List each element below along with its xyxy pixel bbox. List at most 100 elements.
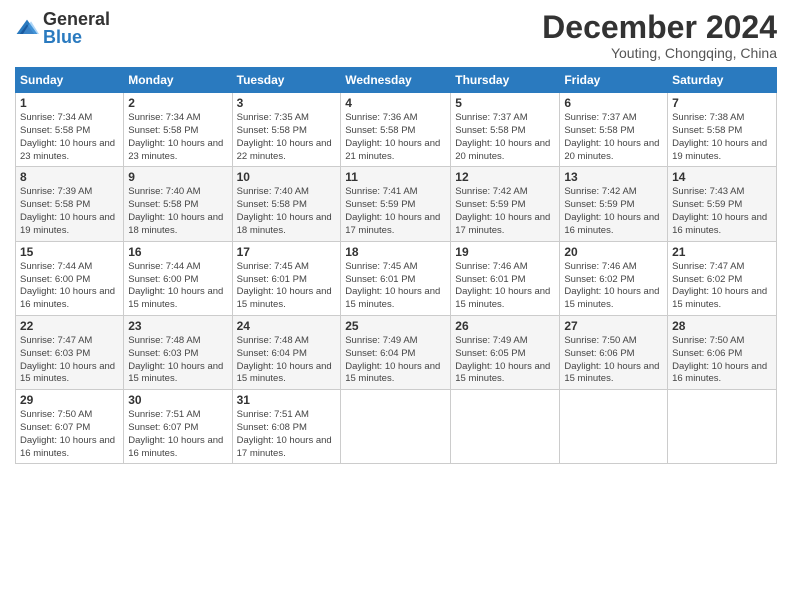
day-info: Sunrise: 7:45 AMSunset: 6:01 PMDaylight:… <box>237 261 337 312</box>
day-info: Sunrise: 7:42 AMSunset: 5:59 PMDaylight:… <box>564 186 663 237</box>
calendar-cell: 20 Sunrise: 7:46 AMSunset: 6:02 PMDayligh… <box>560 241 668 315</box>
day-number: 7 <box>672 96 772 110</box>
day-number: 28 <box>672 319 772 333</box>
day-info: Sunrise: 7:47 AMSunset: 6:03 PMDaylight:… <box>20 335 119 386</box>
day-info: Sunrise: 7:51 AMSunset: 6:08 PMDaylight:… <box>237 409 337 460</box>
day-number: 19 <box>455 245 555 259</box>
header-thursday: Thursday <box>451 68 560 93</box>
location: Youting, Chongqing, China <box>542 45 777 61</box>
logo-text: General Blue <box>43 10 110 46</box>
calendar-cell: 16 Sunrise: 7:44 AMSunset: 6:00 PMDayligh… <box>124 241 232 315</box>
day-info: Sunrise: 7:49 AMSunset: 6:04 PMDaylight:… <box>345 335 446 386</box>
logo-general: General <box>43 9 110 29</box>
calendar-cell: 13Sunrise: 7:42 AMSunset: 5:59 PMDayligh… <box>560 167 668 241</box>
day-number: 17 <box>237 245 337 259</box>
calendar-cell: 12Sunrise: 7:42 AMSunset: 5:59 PMDayligh… <box>451 167 560 241</box>
title-block: December 2024 Youting, Chongqing, China <box>542 10 777 61</box>
day-info: Sunrise: 7:37 AMSunset: 5:58 PMDaylight:… <box>564 112 663 163</box>
day-number: 15 <box>20 245 119 259</box>
calendar-cell: 5Sunrise: 7:37 AMSunset: 5:58 PMDaylight… <box>451 93 560 167</box>
calendar-cell: 26 Sunrise: 7:49 AMSunset: 6:05 PMDayligh… <box>451 315 560 389</box>
calendar-cell: 28 Sunrise: 7:50 AMSunset: 6:06 PMDayligh… <box>668 315 777 389</box>
day-info: Sunrise: 7:37 AMSunset: 5:58 PMDaylight:… <box>455 112 555 163</box>
day-info: Sunrise: 7:42 AMSunset: 5:59 PMDaylight:… <box>455 186 555 237</box>
calendar-cell: 7 Sunrise: 7:38 AMSunset: 5:58 PMDaylight… <box>668 93 777 167</box>
day-number: 9 <box>128 170 227 184</box>
day-info: Sunrise: 7:44 AMSunset: 6:00 PMDaylight:… <box>20 261 119 312</box>
header-wednesday: Wednesday <box>341 68 451 93</box>
calendar-cell: 15 Sunrise: 7:44 AMSunset: 6:00 PMDayligh… <box>16 241 124 315</box>
day-info: Sunrise: 7:44 AMSunset: 6:00 PMDaylight:… <box>128 261 227 312</box>
day-info: Sunrise: 7:50 AMSunset: 6:06 PMDaylight:… <box>672 335 772 386</box>
day-number: 27 <box>564 319 663 333</box>
logo-blue: Blue <box>43 27 82 47</box>
day-info: Sunrise: 7:35 AMSunset: 5:58 PMDaylight:… <box>237 112 337 163</box>
day-number: 16 <box>128 245 227 259</box>
day-info: Sunrise: 7:34 AMSunset: 5:58 PMDaylight:… <box>20 112 119 163</box>
day-number: 26 <box>455 319 555 333</box>
day-info: Sunrise: 7:46 AMSunset: 6:01 PMDaylight:… <box>455 261 555 312</box>
calendar-table: Sunday Monday Tuesday Wednesday Thursday… <box>15 67 777 464</box>
calendar-cell: 21Sunrise: 7:47 AMSunset: 6:02 PMDayligh… <box>668 241 777 315</box>
day-number: 8 <box>20 170 119 184</box>
day-number: 23 <box>128 319 227 333</box>
day-number: 24 <box>237 319 337 333</box>
day-info: Sunrise: 7:45 AMSunset: 6:01 PMDaylight:… <box>345 261 446 312</box>
day-info: Sunrise: 7:48 AMSunset: 6:04 PMDaylight:… <box>237 335 337 386</box>
day-info: Sunrise: 7:39 AMSunset: 5:58 PMDaylight:… <box>20 186 119 237</box>
calendar-cell: 18 Sunrise: 7:45 AMSunset: 6:01 PMDayligh… <box>341 241 451 315</box>
day-info: Sunrise: 7:36 AMSunset: 5:58 PMDaylight:… <box>345 112 446 163</box>
day-info: Sunrise: 7:34 AMSunset: 5:58 PMDaylight:… <box>128 112 227 163</box>
day-info: Sunrise: 7:48 AMSunset: 6:03 PMDaylight:… <box>128 335 227 386</box>
day-info: Sunrise: 7:40 AMSunset: 5:58 PMDaylight:… <box>128 186 227 237</box>
day-info: Sunrise: 7:49 AMSunset: 6:05 PMDaylight:… <box>455 335 555 386</box>
calendar-cell: 9 Sunrise: 7:40 AMSunset: 5:58 PMDaylight… <box>124 167 232 241</box>
calendar-cell: 30Sunrise: 7:51 AMSunset: 6:07 PMDayligh… <box>124 390 232 464</box>
calendar-cell: 23 Sunrise: 7:48 AMSunset: 6:03 PMDayligh… <box>124 315 232 389</box>
calendar-cell: 6 Sunrise: 7:37 AMSunset: 5:58 PMDaylight… <box>560 93 668 167</box>
day-info: Sunrise: 7:43 AMSunset: 5:59 PMDaylight:… <box>672 186 772 237</box>
day-info: Sunrise: 7:47 AMSunset: 6:02 PMDaylight:… <box>672 261 772 312</box>
calendar-cell: 17 Sunrise: 7:45 AMSunset: 6:01 PMDayligh… <box>232 241 341 315</box>
week-row-2: 8 Sunrise: 7:39 AMSunset: 5:58 PMDaylight… <box>16 167 777 241</box>
day-number: 20 <box>564 245 663 259</box>
day-number: 31 <box>237 393 337 407</box>
calendar-cell: 1Sunrise: 7:34 AMSunset: 5:58 PMDaylight… <box>16 93 124 167</box>
calendar-cell: 22Sunrise: 7:47 AMSunset: 6:03 PMDayligh… <box>16 315 124 389</box>
day-number: 4 <box>345 96 446 110</box>
page-container: General Blue December 2024 Youting, Chon… <box>0 0 792 474</box>
calendar-cell: 11Sunrise: 7:41 AMSunset: 5:59 PMDayligh… <box>341 167 451 241</box>
calendar-cell: 25Sunrise: 7:49 AMSunset: 6:04 PMDayligh… <box>341 315 451 389</box>
week-row-3: 15 Sunrise: 7:44 AMSunset: 6:00 PMDayligh… <box>16 241 777 315</box>
day-number: 18 <box>345 245 446 259</box>
day-number: 10 <box>237 170 337 184</box>
calendar-cell: 3Sunrise: 7:35 AMSunset: 5:58 PMDaylight… <box>232 93 341 167</box>
calendar-cell: 2Sunrise: 7:34 AMSunset: 5:58 PMDaylight… <box>124 93 232 167</box>
header: General Blue December 2024 Youting, Chon… <box>15 10 777 61</box>
calendar-cell: 27 Sunrise: 7:50 AMSunset: 6:06 PMDayligh… <box>560 315 668 389</box>
week-row-4: 22Sunrise: 7:47 AMSunset: 6:03 PMDayligh… <box>16 315 777 389</box>
calendar-cell <box>451 390 560 464</box>
day-info: Sunrise: 7:40 AMSunset: 5:58 PMDaylight:… <box>237 186 337 237</box>
day-number: 14 <box>672 170 772 184</box>
week-row-1: 1Sunrise: 7:34 AMSunset: 5:58 PMDaylight… <box>16 93 777 167</box>
week-row-5: 29Sunrise: 7:50 AMSunset: 6:07 PMDayligh… <box>16 390 777 464</box>
day-info: Sunrise: 7:46 AMSunset: 6:02 PMDaylight:… <box>564 261 663 312</box>
day-number: 6 <box>564 96 663 110</box>
header-sunday: Sunday <box>16 68 124 93</box>
logo: General Blue <box>15 10 110 46</box>
calendar-cell <box>668 390 777 464</box>
calendar-cell: 29Sunrise: 7:50 AMSunset: 6:07 PMDayligh… <box>16 390 124 464</box>
calendar-cell: 31 Sunrise: 7:51 AMSunset: 6:08 PMDayligh… <box>232 390 341 464</box>
day-number: 30 <box>128 393 227 407</box>
calendar-cell: 8 Sunrise: 7:39 AMSunset: 5:58 PMDaylight… <box>16 167 124 241</box>
logo-icon <box>15 18 39 38</box>
header-saturday: Saturday <box>668 68 777 93</box>
day-info: Sunrise: 7:50 AMSunset: 6:06 PMDaylight:… <box>564 335 663 386</box>
calendar-cell: 10 Sunrise: 7:40 AMSunset: 5:58 PMDayligh… <box>232 167 341 241</box>
day-info: Sunrise: 7:38 AMSunset: 5:58 PMDaylight:… <box>672 112 772 163</box>
calendar-cell: 14 Sunrise: 7:43 AMSunset: 5:59 PMDayligh… <box>668 167 777 241</box>
calendar-cell <box>341 390 451 464</box>
day-number: 29 <box>20 393 119 407</box>
calendar-cell: 4 Sunrise: 7:36 AMSunset: 5:58 PMDaylight… <box>341 93 451 167</box>
